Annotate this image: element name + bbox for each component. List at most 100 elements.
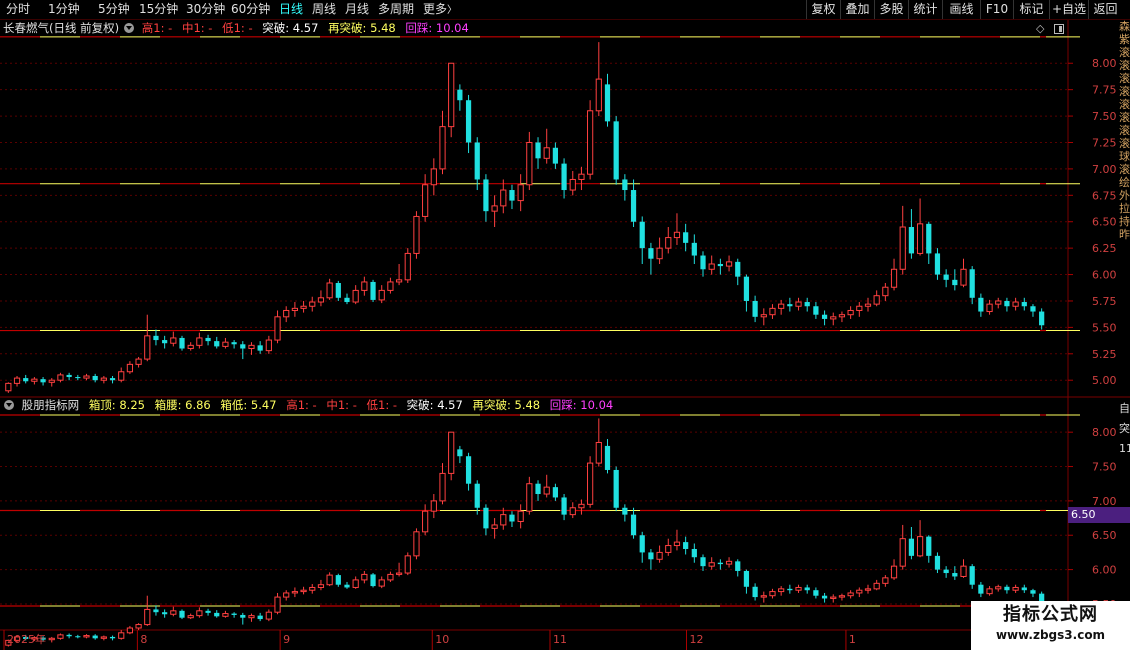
- candle-body-up: [995, 586, 1002, 590]
- candle-body-down: [934, 555, 941, 570]
- candle-body-up: [57, 634, 64, 639]
- breakout-value: 突破: 4.57: [262, 21, 319, 35]
- candle-body-down: [257, 615, 263, 620]
- candle-body-down: [613, 469, 619, 508]
- candle-body-down: [483, 507, 489, 529]
- dropdown-icon[interactable]: [124, 23, 135, 33]
- candle-body-down: [75, 636, 81, 638]
- candle-body-down: [474, 142, 480, 180]
- candle-body-down: [535, 483, 541, 495]
- candle-body-up: [100, 377, 107, 381]
- candle-body-up: [352, 289, 359, 303]
- candle-body-up: [960, 268, 967, 286]
- mid-label: 中1: -: [326, 398, 357, 412]
- candle-body-up: [778, 588, 785, 593]
- candle-body-down: [604, 445, 611, 470]
- candle-body-up: [361, 573, 368, 581]
- candle-body-up: [665, 237, 672, 249]
- candle-body-down: [109, 378, 116, 381]
- diamond-icon[interactable]: ◇: [1036, 22, 1044, 35]
- candle-body-down: [787, 588, 793, 591]
- kline-chart[interactable]: 8.00 7.75 7.50 7.25 7.00 6.75 6.50 6.25 6.00 5.75…: [0, 0, 1130, 650]
- x-tick-label: 10: [435, 633, 449, 646]
- window-icon[interactable]: [1054, 24, 1064, 34]
- candle-body-up: [526, 483, 533, 512]
- low-label: 低1: -: [222, 21, 253, 35]
- candle-body-down: [821, 314, 828, 319]
- candle-body-up: [595, 78, 602, 112]
- y-tick-label: 6.00: [1092, 269, 1117, 282]
- candle-body-down: [474, 483, 480, 508]
- candle-body-up: [83, 375, 90, 379]
- candle-body-up: [387, 573, 394, 581]
- candle-body-up: [187, 615, 194, 619]
- candle-body-down: [735, 561, 741, 571]
- candle-body-up: [526, 141, 533, 186]
- candle-body-up: [569, 507, 576, 516]
- dropdown-icon[interactable]: [4, 400, 14, 410]
- candle-body-down: [700, 255, 706, 270]
- candle-body-up: [248, 344, 255, 350]
- candle-body-up: [83, 635, 90, 638]
- candle-body-up: [960, 565, 967, 577]
- y-tick-label: 6.75: [1092, 189, 1117, 202]
- candle-body-down: [231, 342, 237, 345]
- candle-body-down: [257, 345, 263, 351]
- low-label: 低1: -: [366, 398, 398, 412]
- candle-body-down: [179, 337, 185, 349]
- candle-body-down: [630, 190, 637, 222]
- indicator-title: 股朋指标网: [21, 398, 80, 412]
- main-indicator-bar: 长春燃气(日线 前复权) 高1: - 中1: - 低1: - 突破: 4.57 …: [0, 20, 475, 37]
- candle-body-up: [135, 358, 142, 365]
- candle-body-up: [395, 572, 403, 575]
- candle-body-down: [683, 232, 689, 243]
- candle-body-down: [648, 552, 654, 560]
- y-tick-label: 7.50: [1092, 110, 1117, 123]
- candle-body-up: [725, 560, 733, 565]
- y-tick-label: 5.00: [1092, 374, 1117, 387]
- candle-body-up: [899, 538, 906, 567]
- x-tick-label: 12: [690, 633, 704, 646]
- candle-body-up: [873, 582, 880, 590]
- candle-body-up: [760, 314, 767, 318]
- candle-body-up: [300, 589, 307, 593]
- candle-body-up: [291, 307, 298, 311]
- candle-body-down: [23, 378, 29, 382]
- candle-body-down: [943, 569, 949, 574]
- candle-body-up: [899, 226, 906, 270]
- candle-body-down: [821, 595, 828, 599]
- candle-body-down: [934, 253, 941, 275]
- candle-body-up: [543, 486, 550, 495]
- candle-body-up: [916, 223, 924, 254]
- y-tick-label: 6.25: [1092, 242, 1117, 255]
- candles-bottom: [5, 418, 1045, 647]
- candle-body-up: [491, 205, 498, 212]
- candle-body-down: [978, 297, 984, 312]
- candle-body-down: [943, 274, 949, 280]
- candle-body-up: [725, 261, 733, 267]
- candle-body-up: [847, 309, 854, 316]
- candle-body-down: [370, 574, 376, 587]
- candle-body-down: [344, 584, 350, 588]
- candle-body-down: [240, 344, 246, 349]
- candle-body-up: [48, 379, 55, 383]
- candle-body-down: [926, 223, 932, 254]
- candle-body-down: [75, 377, 81, 379]
- candle-body-up: [873, 295, 880, 305]
- candle-body-up: [847, 592, 854, 597]
- candle-body-up: [986, 588, 993, 595]
- candle-body-down: [370, 281, 376, 300]
- candle-body-up: [673, 541, 681, 547]
- x-tick-label: 1: [849, 633, 856, 646]
- candle-body-down: [700, 557, 706, 567]
- candle-body-up: [265, 339, 272, 352]
- box-low-value: 箱低: 5.47: [220, 398, 277, 412]
- chart-frame: [0, 20, 1130, 650]
- candle-body-up: [48, 637, 55, 641]
- candle-body-up: [439, 472, 446, 502]
- candle-body-down: [457, 89, 463, 101]
- candle-body-down: [457, 449, 463, 457]
- watermark-url: www.zbgs3.com: [995, 628, 1106, 642]
- candle-body-up: [309, 586, 316, 591]
- candle-body-up: [413, 215, 420, 254]
